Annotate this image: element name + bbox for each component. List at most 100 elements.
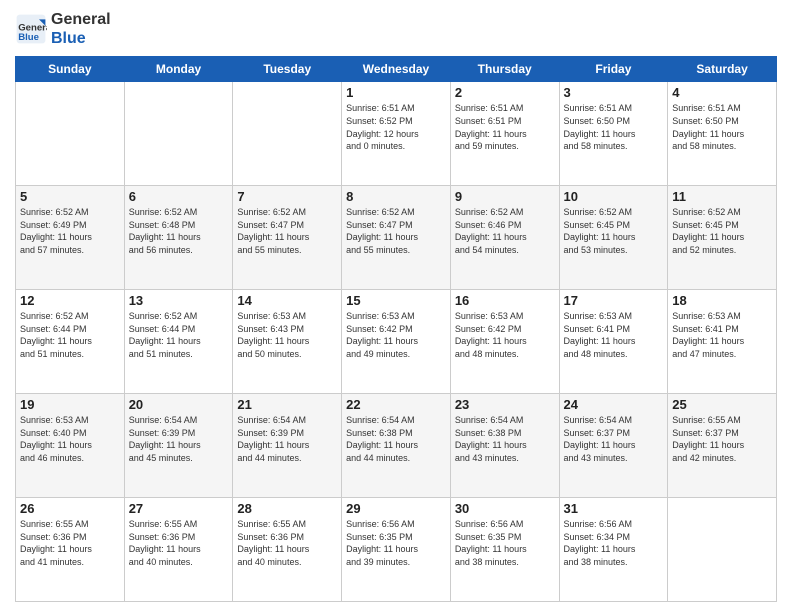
calendar-cell: 2Sunrise: 6:51 AM Sunset: 6:51 PM Daylig… [450, 82, 559, 186]
day-number: 21 [237, 397, 337, 412]
day-number: 8 [346, 189, 446, 204]
calendar-cell: 18 Sunrise: 6:53 AM Sunset: 6:41 PM Dayli… [668, 290, 777, 394]
calendar-cell: 25Sunrise: 6:55 AM Sunset: 6:37 PM Dayli… [668, 394, 777, 498]
day-number: 10 [564, 189, 664, 204]
day-info: Sunrise: 6:53 AM Sunset: 6:40 PM Dayligh… [20, 414, 120, 464]
day-info: Sunrise: 6:55 AM Sunset: 6:36 PM Dayligh… [20, 518, 120, 568]
day-number: 15 [346, 293, 446, 308]
day-number: 28 [237, 501, 337, 516]
weekday-header: Sunday [16, 57, 125, 82]
day-number: 31 [564, 501, 664, 516]
day-info: Sunrise: 6:51 AM Sunset: 6:50 PM Dayligh… [564, 102, 664, 152]
calendar-cell: 10 Sunrise: 6:52 AM Sunset: 6:45 PM Dayli… [559, 186, 668, 290]
day-info: Sunrise: 6:53 AM Sunset: 6:41 PM Dayligh… [672, 310, 772, 360]
calendar-table: SundayMondayTuesdayWednesdayThursdayFrid… [15, 56, 777, 602]
calendar-cell: 23 Sunrise: 6:54 AM Sunset: 6:38 PM Dayli… [450, 394, 559, 498]
page: General Blue General Blue SundayMondayTu… [0, 0, 792, 612]
calendar-cell: 31 Sunrise: 6:56 AM Sunset: 6:34 PM Dayli… [559, 498, 668, 602]
calendar-cell: 20 Sunrise: 6:54 AM Sunset: 6:39 PM Dayli… [124, 394, 233, 498]
day-info: Sunrise: 6:53 AM Sunset: 6:41 PM Dayligh… [564, 310, 664, 360]
svg-text:Blue: Blue [18, 32, 39, 43]
day-info: Sunrise: 6:52 AM Sunset: 6:48 PM Dayligh… [129, 206, 229, 256]
day-number: 20 [129, 397, 229, 412]
calendar-cell: 22 Sunrise: 6:54 AM Sunset: 6:38 PM Dayli… [342, 394, 451, 498]
logo-general: General [51, 11, 111, 28]
day-number: 29 [346, 501, 446, 516]
calendar-cell: 30 Sunrise: 6:56 AM Sunset: 6:35 PM Dayli… [450, 498, 559, 602]
day-info: Sunrise: 6:52 AM Sunset: 6:46 PM Dayligh… [455, 206, 555, 256]
calendar-cell: 9 Sunrise: 6:52 AM Sunset: 6:46 PM Daylig… [450, 186, 559, 290]
day-number: 30 [455, 501, 555, 516]
day-number: 13 [129, 293, 229, 308]
calendar-cell [16, 82, 125, 186]
calendar-cell: 15Sunrise: 6:53 AM Sunset: 6:42 PM Dayli… [342, 290, 451, 394]
day-info: Sunrise: 6:56 AM Sunset: 6:35 PM Dayligh… [455, 518, 555, 568]
day-info: Sunrise: 6:54 AM Sunset: 6:39 PM Dayligh… [237, 414, 337, 464]
calendar-cell: 6 Sunrise: 6:52 AM Sunset: 6:48 PM Daylig… [124, 186, 233, 290]
day-number: 11 [672, 189, 772, 204]
day-number: 12 [20, 293, 120, 308]
calendar-cell: 26 Sunrise: 6:55 AM Sunset: 6:36 PM Dayli… [16, 498, 125, 602]
calendar-cell: 1 Sunrise: 6:51 AM Sunset: 6:52 PM Daylig… [342, 82, 451, 186]
day-number: 19 [20, 397, 120, 412]
logo: General Blue General Blue [15, 10, 111, 48]
logo-icon: General Blue [15, 13, 47, 45]
calendar-cell: 19 Sunrise: 6:53 AM Sunset: 6:40 PM Dayli… [16, 394, 125, 498]
calendar-cell [233, 82, 342, 186]
day-info: Sunrise: 6:52 AM Sunset: 6:47 PM Dayligh… [346, 206, 446, 256]
day-number: 5 [20, 189, 120, 204]
day-info: Sunrise: 6:52 AM Sunset: 6:45 PM Dayligh… [564, 206, 664, 256]
calendar-cell: 4Sunrise: 6:51 AM Sunset: 6:50 PM Daylig… [668, 82, 777, 186]
day-info: Sunrise: 6:52 AM Sunset: 6:49 PM Dayligh… [20, 206, 120, 256]
day-info: Sunrise: 6:51 AM Sunset: 6:52 PM Dayligh… [346, 102, 446, 152]
day-info: Sunrise: 6:52 AM Sunset: 6:44 PM Dayligh… [20, 310, 120, 360]
weekday-header: Saturday [668, 57, 777, 82]
day-info: Sunrise: 6:56 AM Sunset: 6:34 PM Dayligh… [564, 518, 664, 568]
calendar-cell: 13 Sunrise: 6:52 AM Sunset: 6:44 PM Dayli… [124, 290, 233, 394]
day-info: Sunrise: 6:52 AM Sunset: 6:44 PM Dayligh… [129, 310, 229, 360]
day-number: 3 [564, 85, 664, 100]
day-number: 14 [237, 293, 337, 308]
day-number: 9 [455, 189, 555, 204]
day-number: 18 [672, 293, 772, 308]
calendar-cell [668, 498, 777, 602]
day-number: 6 [129, 189, 229, 204]
day-number: 24 [564, 397, 664, 412]
calendar-cell: 21 Sunrise: 6:54 AM Sunset: 6:39 PM Dayli… [233, 394, 342, 498]
day-info: Sunrise: 6:51 AM Sunset: 6:50 PM Dayligh… [672, 102, 772, 152]
day-info: Sunrise: 6:56 AM Sunset: 6:35 PM Dayligh… [346, 518, 446, 568]
day-info: Sunrise: 6:54 AM Sunset: 6:38 PM Dayligh… [455, 414, 555, 464]
calendar-cell: 12 Sunrise: 6:52 AM Sunset: 6:44 PM Dayli… [16, 290, 125, 394]
weekday-header: Friday [559, 57, 668, 82]
weekday-header: Monday [124, 57, 233, 82]
logo-blue: Blue [51, 30, 86, 47]
day-info: Sunrise: 6:54 AM Sunset: 6:37 PM Dayligh… [564, 414, 664, 464]
day-info: Sunrise: 6:54 AM Sunset: 6:38 PM Dayligh… [346, 414, 446, 464]
day-info: Sunrise: 6:53 AM Sunset: 6:42 PM Dayligh… [455, 310, 555, 360]
weekday-header: Tuesday [233, 57, 342, 82]
calendar-cell: 5 Sunrise: 6:52 AM Sunset: 6:49 PM Daylig… [16, 186, 125, 290]
day-number: 1 [346, 85, 446, 100]
calendar-cell: 16 Sunrise: 6:53 AM Sunset: 6:42 PM Dayli… [450, 290, 559, 394]
calendar-cell: 11 Sunrise: 6:52 AM Sunset: 6:45 PM Dayli… [668, 186, 777, 290]
calendar-cell: 3 Sunrise: 6:51 AM Sunset: 6:50 PM Daylig… [559, 82, 668, 186]
day-number: 16 [455, 293, 555, 308]
calendar-cell: 28 Sunrise: 6:55 AM Sunset: 6:36 PM Dayli… [233, 498, 342, 602]
day-info: Sunrise: 6:52 AM Sunset: 6:45 PM Dayligh… [672, 206, 772, 256]
day-info: Sunrise: 6:52 AM Sunset: 6:47 PM Dayligh… [237, 206, 337, 256]
day-number: 27 [129, 501, 229, 516]
day-info: Sunrise: 6:55 AM Sunset: 6:36 PM Dayligh… [237, 518, 337, 568]
day-info: Sunrise: 6:53 AM Sunset: 6:43 PM Dayligh… [237, 310, 337, 360]
calendar-cell [124, 82, 233, 186]
day-info: Sunrise: 6:51 AM Sunset: 6:51 PM Dayligh… [455, 102, 555, 152]
calendar-cell: 29 Sunrise: 6:56 AM Sunset: 6:35 PM Dayli… [342, 498, 451, 602]
day-number: 7 [237, 189, 337, 204]
calendar-cell: 8 Sunrise: 6:52 AM Sunset: 6:47 PM Daylig… [342, 186, 451, 290]
day-number: 22 [346, 397, 446, 412]
day-info: Sunrise: 6:55 AM Sunset: 6:37 PM Dayligh… [672, 414, 772, 464]
day-number: 17 [564, 293, 664, 308]
day-info: Sunrise: 6:54 AM Sunset: 6:39 PM Dayligh… [129, 414, 229, 464]
day-number: 23 [455, 397, 555, 412]
calendar-cell: 24 Sunrise: 6:54 AM Sunset: 6:37 PM Dayli… [559, 394, 668, 498]
day-number: 26 [20, 501, 120, 516]
